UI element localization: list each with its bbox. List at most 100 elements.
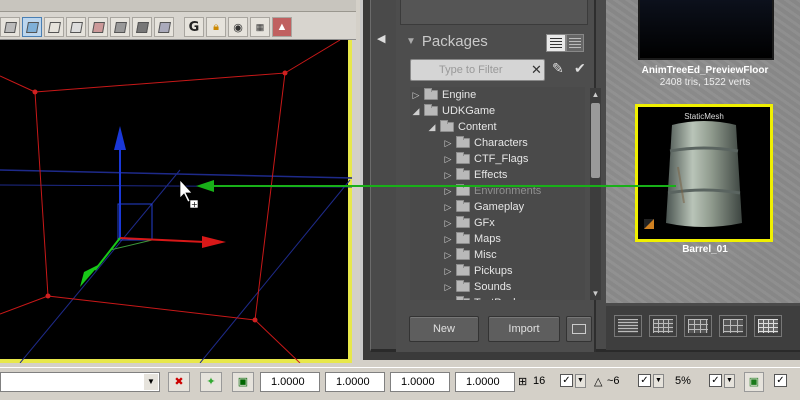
checkmark-icon[interactable]: ✔	[574, 60, 586, 77]
texture-icon[interactable]	[88, 17, 108, 37]
package-tree-item[interactable]: ▷ Maps	[442, 231, 501, 247]
chevron-down-icon[interactable]: ▼	[144, 374, 158, 390]
autosave-icon[interactable]: ▣	[744, 372, 764, 392]
package-tree-item[interactable]: ▷ Characters	[442, 135, 528, 151]
detail-icon[interactable]	[154, 17, 174, 37]
folder-icon	[456, 168, 470, 180]
expand-arrow-icon[interactable]: ▷	[442, 250, 454, 261]
wireframe-icon[interactable]	[44, 17, 64, 37]
expand-arrow-icon[interactable]: ▷	[410, 90, 422, 101]
expand-arrow-icon[interactable]: ▷	[442, 170, 454, 181]
unlit-icon[interactable]	[66, 17, 86, 37]
vertex-handle[interactable]	[32, 89, 38, 95]
package-tree-item[interactable]: ▷ TestPack	[442, 295, 519, 300]
thumbnail-size-4-button[interactable]	[719, 315, 747, 337]
scale-snap-dropdown[interactable]: ▼	[724, 374, 735, 388]
lit-icon[interactable]	[22, 17, 42, 37]
toolbar-separator	[176, 17, 182, 37]
expand-arrow-icon[interactable]: ▷	[442, 298, 454, 301]
expand-arrow-icon[interactable]: ▷	[442, 138, 454, 149]
mode-combo[interactable]: ▼	[0, 372, 160, 392]
clear-filter-icon[interactable]: ✕	[531, 60, 545, 80]
package-tree-item[interactable]: ▷ Engine	[410, 87, 476, 103]
drag-y-field[interactable]: 1.0000	[325, 372, 385, 392]
thumbnail-size-1-button[interactable]	[614, 315, 642, 337]
vertex-handle[interactable]	[45, 293, 51, 299]
folder-icon	[456, 136, 470, 148]
scale-snap-checkbox[interactable]: ✓	[709, 374, 722, 387]
thumbnail-size-2-button[interactable]	[649, 315, 677, 337]
expand-arrow-icon[interactable]: ▷	[442, 202, 454, 213]
expand-arrow-icon[interactable]: ▷	[442, 154, 454, 165]
drag-x-field[interactable]: 1.0000	[260, 372, 320, 392]
perspective-viewport[interactable]: +	[0, 40, 352, 363]
package-filter-input[interactable]: Type to Filter	[410, 59, 545, 81]
packages-header[interactable]: ▼ Packages	[406, 33, 488, 50]
expand-arrow-icon[interactable]: ▷	[442, 218, 454, 229]
actor-icon[interactable]: ▲	[272, 17, 292, 37]
game-icon[interactable]: G	[184, 17, 204, 37]
bsp-icon[interactable]: ✖	[168, 372, 190, 392]
expand-arrow-icon[interactable]: ▷	[442, 266, 454, 277]
vertex-handle[interactable]	[252, 317, 258, 323]
gizmo-x-arrow[interactable]	[202, 236, 226, 248]
drag-grid-icon[interactable]: ▣	[232, 372, 254, 392]
new-package-button[interactable]: New	[409, 316, 479, 342]
package-tree-label: Pickups	[474, 265, 513, 277]
package-tree-label: Engine	[442, 89, 477, 101]
light-icon[interactable]: ✦	[200, 372, 222, 392]
package-tree-item[interactable]: ▷ Effects	[442, 167, 507, 183]
folder-icon	[456, 296, 470, 300]
lighting-icon[interactable]	[110, 17, 130, 37]
grid-enable-checkbox[interactable]: ✓	[560, 374, 573, 387]
rotation-snap-checkbox[interactable]: ✓	[638, 374, 651, 387]
rotation-snap-dropdown[interactable]: ▼	[653, 374, 664, 388]
eye-icon[interactable]: ◉	[228, 17, 248, 37]
folder-icon	[572, 324, 586, 334]
open-folder-button[interactable]	[566, 316, 592, 342]
package-tree-item[interactable]: ▷ Gameplay	[442, 199, 524, 215]
collapse-arrow-icon[interactable]: ◢	[426, 122, 438, 133]
autosave-checkbox[interactable]: ✓	[774, 374, 787, 387]
perspective-icon[interactable]	[0, 17, 20, 37]
package-tree-item[interactable]: ◢ UDKGame	[410, 103, 495, 119]
tree-view-button[interactable]	[566, 34, 584, 52]
expand-arrow-icon[interactable]: ▷	[442, 186, 454, 197]
drag-scale-field[interactable]: 1.0000	[455, 372, 515, 392]
vertex-handle[interactable]	[282, 70, 288, 76]
package-tree-item[interactable]: ▷ Misc	[442, 247, 497, 263]
package-tree-item[interactable]: ▷ Sounds	[442, 279, 511, 295]
asset-grid: AnimTreeEd_PreviewFloor 2408 tris, 1522 …	[606, 0, 800, 303]
gizmo-z-arrow[interactable]	[114, 126, 126, 150]
package-tree-item[interactable]: ▷ Pickups	[442, 263, 513, 279]
collapse-panel-icon[interactable]: ◀	[377, 32, 385, 45]
pencil-icon[interactable]: ✎	[552, 60, 564, 77]
scroll-thumb[interactable]	[591, 103, 600, 178]
asset-thumbnail-floor[interactable]	[638, 0, 774, 60]
package-tree-scrollbar[interactable]: ▲ ▼	[590, 88, 601, 300]
drag-z-field[interactable]: 1.0000	[390, 372, 450, 392]
scroll-up-icon[interactable]: ▲	[590, 90, 601, 99]
package-tree-item[interactable]: ▷ GFx	[442, 215, 495, 231]
thumbnail-size-3-button[interactable]	[684, 315, 712, 337]
asset-thumbnail-barrel[interactable]: StaticMesh	[635, 104, 773, 242]
unreal-editor-window: G 🔒︎ ◉ ▦ ▲ + ◀ ▼ Packages Type to Filter…	[0, 0, 800, 400]
collapse-arrow-icon[interactable]: ◢	[410, 106, 422, 117]
cursor-icon	[179, 179, 193, 203]
thumbnail-size-5-button[interactable]	[754, 315, 782, 337]
grid-size-dropdown[interactable]: ▼	[575, 374, 586, 388]
lock-icon[interactable]: 🔒︎	[206, 17, 226, 37]
package-tree-item[interactable]: ▷ Environments	[442, 183, 541, 199]
package-tree-item[interactable]: ◢ Content	[426, 119, 497, 135]
expand-arrow-icon[interactable]: ▷	[442, 234, 454, 245]
wireframe-edge	[254, 319, 301, 363]
folder-icon	[456, 264, 470, 276]
list-view-button[interactable]	[546, 34, 566, 52]
package-tree-item[interactable]: ▷ CTF_Flags	[442, 151, 528, 167]
scroll-down-icon[interactable]: ▼	[590, 289, 601, 298]
import-button[interactable]: Import	[488, 316, 560, 342]
grid-line	[19, 169, 181, 363]
expand-arrow-icon[interactable]: ▷	[442, 282, 454, 293]
collision-icon[interactable]	[132, 17, 152, 37]
stats-icon[interactable]: ▦	[250, 17, 270, 37]
